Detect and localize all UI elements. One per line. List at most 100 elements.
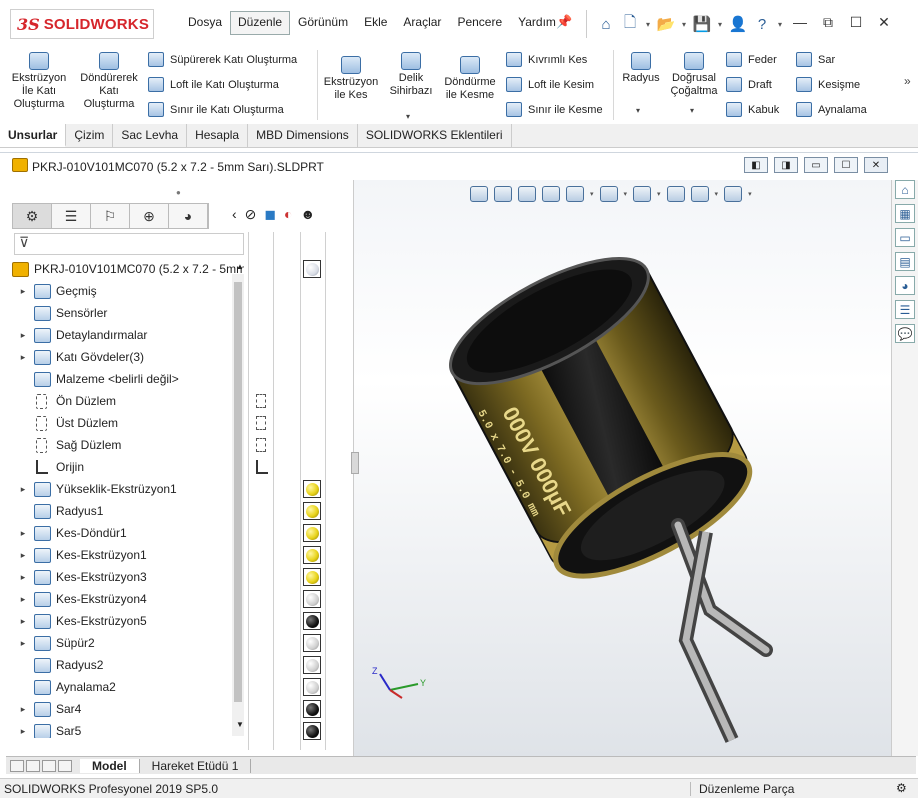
swept-cut-button[interactable]: Kıvrımlı Kes [506, 52, 587, 67]
menu-item-5[interactable]: Pencere [449, 11, 510, 35]
graphics-area[interactable]: 000V 000µF 5.0 x 7.0 - 5.0 mm [354, 180, 891, 756]
tab-command-4[interactable]: MBD Dimensions [248, 124, 358, 147]
appearance-swatch-icon[interactable] [303, 502, 321, 520]
fillet-button[interactable]: Radyus [618, 52, 664, 85]
plane-visibility-icon[interactable] [256, 416, 266, 430]
boundary-cut-button[interactable]: Sınır ile Kesme [506, 102, 603, 117]
edit-appearance-icon[interactable] [666, 186, 685, 202]
chevron-down-icon[interactable]: ▾ [715, 20, 725, 29]
zoom-to-fit-icon[interactable] [470, 186, 488, 202]
appearance-swatch-icon[interactable] [303, 722, 321, 740]
tree-item[interactable]: ▸ Kes-Ekstrüzyon1 [16, 544, 147, 566]
chevron-down-icon[interactable]: ▾ [690, 106, 694, 115]
sweep-boss-button[interactable]: Süpürerek Katı Oluşturma [148, 52, 297, 67]
mirror-button[interactable]: Aynalama [796, 102, 867, 117]
tree-item[interactable]: ▸ Kes-Ekstrüzyon5 [16, 610, 147, 632]
solidworks-logo[interactable]: 3S SOLIDWORKS [10, 9, 154, 39]
revolve-boss-button[interactable]: Döndürerek Katı Oluşturma [74, 52, 144, 111]
tree-item[interactable]: ▸ Geçmiş [16, 280, 97, 302]
close-icon[interactable]: ✕ [874, 12, 894, 32]
chevron-left-icon[interactable]: ‹ [232, 206, 237, 223]
status-options-icon[interactable]: ⚙ [896, 781, 907, 795]
chevron-down-icon[interactable]: ▾ [636, 106, 640, 115]
tree-item[interactable]: ▸ Kes-Döndür1 [16, 522, 127, 544]
expand-arrow-icon[interactable]: ▸ [16, 726, 30, 737]
appearance-swatch-icon[interactable] [303, 568, 321, 586]
doc-maximize-icon[interactable]: ☐ [834, 157, 858, 173]
tab-command-1[interactable]: Çizim [66, 124, 114, 147]
chevron-down-icon[interactable]: ▾ [406, 112, 410, 121]
expand-arrow-icon[interactable]: ▸ [16, 594, 30, 605]
tree-item[interactable]: Radyus1 [16, 500, 103, 522]
tile-left-icon[interactable]: ◧ [744, 157, 768, 173]
expand-arrow-icon[interactable]: ▸ [16, 352, 30, 363]
expand-arrow-icon[interactable]: ▸ [16, 704, 30, 715]
origin-visibility-icon[interactable] [256, 460, 268, 474]
appearance-cube-icon[interactable]: ◼ [264, 206, 276, 223]
feature-manager-tab-icon[interactable]: ⚙ [13, 204, 52, 228]
chevron-down-icon[interactable]: ▾ [748, 190, 752, 198]
open-icon[interactable]: 📂 [655, 13, 677, 35]
design-library-icon[interactable]: ▦ [895, 204, 915, 223]
tree-item[interactable]: ▸ Yükseklik-Ekstrüzyon1 [16, 478, 177, 500]
hide-show-icon[interactable]: ⊘ [245, 206, 257, 223]
file-explorer-icon[interactable]: ▭ [895, 228, 915, 247]
view-orientation-icon[interactable] [566, 186, 584, 202]
tree-item[interactable]: Ön Düzlem [16, 390, 116, 412]
chevron-down-icon[interactable]: ▾ [679, 20, 689, 29]
appearance-swatch-icon[interactable] [303, 634, 321, 652]
scroll-up-icon[interactable]: ▲ [236, 262, 244, 271]
next-tab-icon[interactable] [42, 759, 56, 772]
view-settings-icon[interactable] [724, 186, 743, 202]
tab-motion-study[interactable]: Hareket Etüdü 1 [140, 758, 252, 773]
plane-visibility-icon[interactable] [256, 438, 266, 452]
decals-icon[interactable]: ☻ [301, 206, 316, 223]
tree-item[interactable]: Orijin [16, 456, 84, 478]
doc-close-icon[interactable]: ✕ [864, 157, 888, 173]
appearances-scenes-icon[interactable]: ◕ [895, 276, 915, 295]
custom-properties-icon[interactable]: ☰ [895, 300, 915, 319]
tree-item[interactable]: ▸ Kes-Ekstrüzyon4 [16, 588, 147, 610]
rib-button[interactable]: Feder [726, 52, 777, 67]
maximize-icon[interactable]: ☐ [846, 12, 866, 32]
ribbon-expand-icon[interactable]: » [904, 74, 911, 88]
appearance-swatch-icon[interactable] [303, 480, 321, 498]
tree-item[interactable]: Radyus2 [16, 654, 103, 676]
chevron-down-icon[interactable]: ▾ [715, 190, 719, 198]
help-icon[interactable]: ? [751, 13, 773, 35]
appearance-swatch-icon[interactable] [303, 700, 321, 718]
new-document-icon[interactable]: 🗋 [619, 13, 641, 35]
first-tab-icon[interactable] [10, 759, 24, 772]
filter-icon[interactable]: ⊽ [14, 233, 244, 255]
apply-scene-icon[interactable] [690, 186, 709, 202]
chevron-down-icon[interactable]: ▾ [643, 20, 653, 29]
tree-item[interactable]: Sağ Düzlem [16, 434, 121, 456]
menu-item-2[interactable]: Görünüm [290, 11, 356, 35]
tree-item[interactable]: ▸ Kes-Ekstrüzyon3 [16, 566, 147, 588]
configuration-manager-tab-icon[interactable]: ⚐ [91, 204, 130, 228]
draft-button[interactable]: Draft [726, 77, 772, 92]
revolve-cut-button[interactable]: Döndürme ile Kesme [440, 56, 500, 102]
expand-arrow-icon[interactable]: ▸ [16, 550, 30, 561]
chevron-down-icon[interactable]: ▾ [624, 190, 628, 198]
panel-collapse-handle[interactable] [351, 452, 359, 474]
menu-item-1[interactable]: Düzenle [230, 11, 291, 35]
solidworks-resources-icon[interactable]: ⌂ [895, 180, 915, 199]
minimize-icon[interactable]: — [790, 12, 810, 32]
appearance-swatch-icon[interactable] [303, 590, 321, 608]
section-view-icon[interactable] [542, 186, 560, 202]
expand-arrow-icon[interactable]: ▸ [16, 528, 30, 539]
save-icon[interactable]: 💾 [691, 13, 713, 35]
tree-item[interactable]: ▸ Katı Gövdeler(3) [16, 346, 144, 368]
expand-arrow-icon[interactable]: ▸ [16, 286, 30, 297]
tab-command-2[interactable]: Sac Levha [113, 124, 188, 147]
tree-item[interactable]: ▸ Süpür2 [16, 632, 95, 654]
tab-command-5[interactable]: SOLIDWORKS Eklentileri [358, 124, 512, 147]
menu-item-0[interactable]: Dosya [180, 11, 230, 35]
expand-arrow-icon[interactable]: ▸ [16, 638, 30, 649]
pin-icon[interactable]: 📌 [556, 14, 572, 30]
tree-item[interactable]: Üst Düzlem [16, 412, 118, 434]
display-style-icon[interactable] [599, 186, 618, 202]
restore-icon[interactable]: ⧉ [818, 12, 838, 32]
chevron-down-icon[interactable]: ▾ [657, 190, 661, 198]
